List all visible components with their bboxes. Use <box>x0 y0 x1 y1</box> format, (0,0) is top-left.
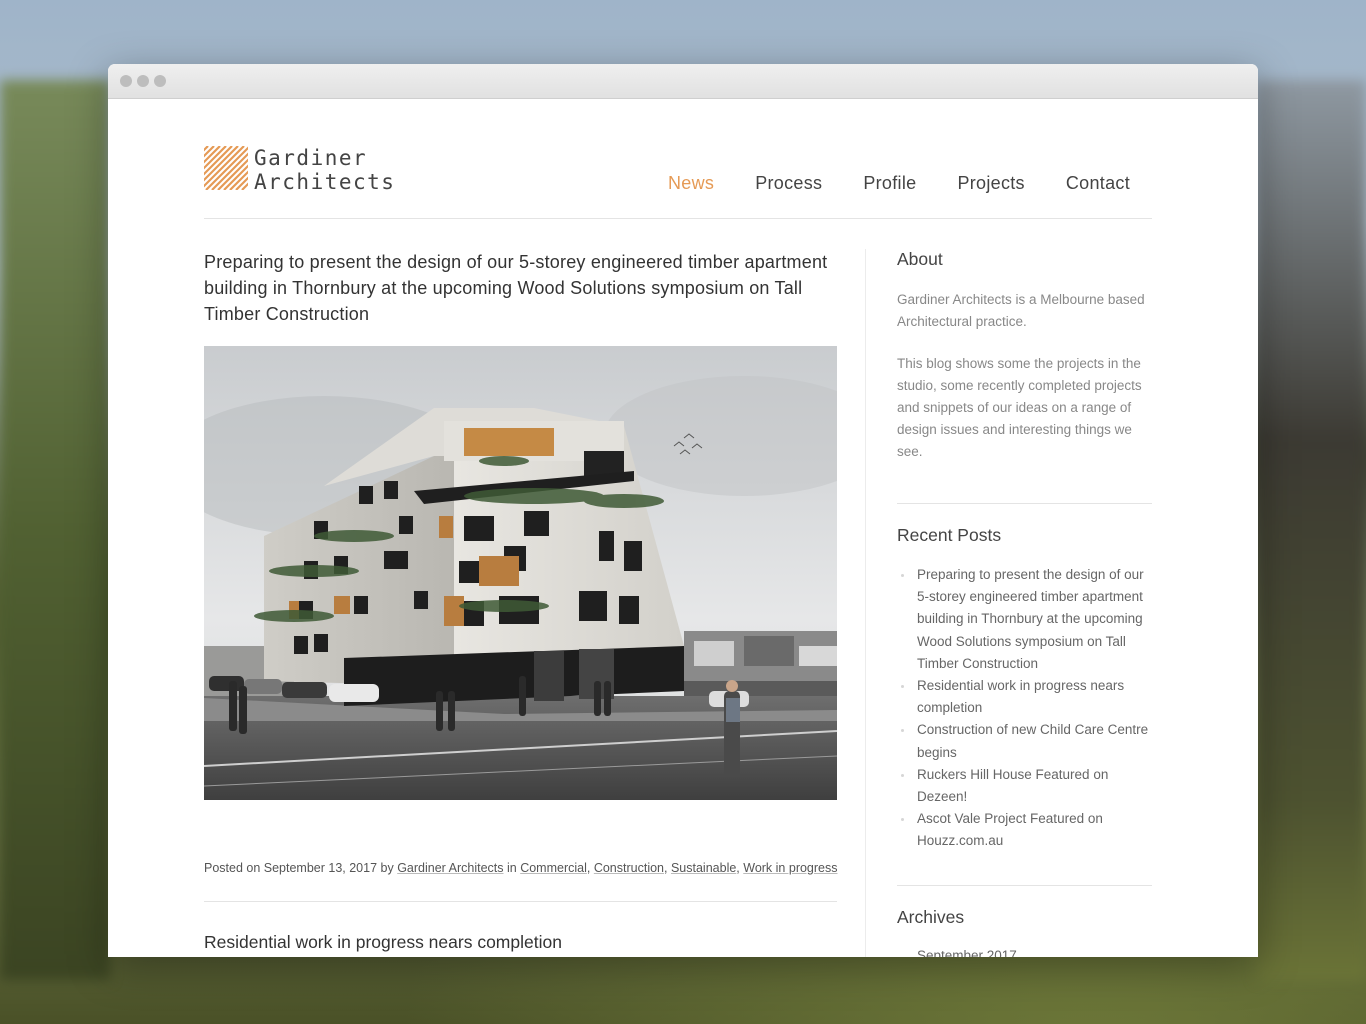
about-paragraph-2: This blog shows some the projects in the… <box>897 356 1142 459</box>
category-link-commercial[interactable]: Commercial <box>520 861 587 875</box>
recent-post-item[interactable]: Preparing to present the design of our 5… <box>897 564 1152 675</box>
recent-post-item[interactable]: Ruckers Hill House Featured on Dezeen! <box>897 764 1152 808</box>
hatch-logo-icon <box>204 146 248 190</box>
logo-wordmark: Gardiner Architects <box>254 146 395 194</box>
web-page: Gardiner Architects News Process Profile… <box>108 99 1258 957</box>
window-zoom-dot[interactable] <box>154 75 166 87</box>
background-left <box>0 80 110 980</box>
site-logo[interactable]: Gardiner Architects <box>204 146 395 194</box>
window-close-dot[interactable] <box>120 75 132 87</box>
background-right <box>1256 80 1366 980</box>
about-title: About <box>897 249 943 269</box>
building-illustration <box>204 346 837 800</box>
recent-post-item[interactable]: Construction of new Child Care Centre be… <box>897 719 1152 763</box>
archives-title: Archives <box>897 907 965 927</box>
post-meta: Posted on September 13, 2017 by Gardiner… <box>204 861 838 875</box>
window-minimize-dot[interactable] <box>137 75 149 87</box>
post-meta-in: in <box>503 861 521 875</box>
nav-item-process[interactable]: Process <box>755 173 822 194</box>
recent-post-item[interactable]: Ascot Vale Project Featured on Houzz.com… <box>897 808 1152 852</box>
widget-divider <box>897 885 1152 886</box>
browser-window: Gardiner Architects News Process Profile… <box>108 64 1258 957</box>
post-divider <box>204 901 837 902</box>
archive-item[interactable]: September 2017 <box>917 948 1017 957</box>
site-header: Gardiner Architects News Process Profile… <box>204 99 1152 219</box>
main-content: Preparing to present the design of our 5… <box>204 249 838 952</box>
column-divider <box>865 249 866 957</box>
recent-post-item[interactable]: Residential work in progress nears compl… <box>897 675 1152 719</box>
nav-item-profile[interactable]: Profile <box>863 173 916 194</box>
nav-item-news[interactable]: News <box>668 173 714 194</box>
post-author-link[interactable]: Gardiner Architects <box>397 861 503 875</box>
post-title-2[interactable]: Residential work in progress nears compl… <box>204 932 562 953</box>
post-meta-prefix: Posted on September 13, 2017 by <box>204 861 398 875</box>
category-link-sustainable[interactable]: Sustainable <box>671 861 736 875</box>
nav-item-contact[interactable]: Contact <box>1066 173 1130 194</box>
about-paragraph-1: Gardiner Architects is a Melbourne based… <box>897 292 1145 329</box>
post-title[interactable]: Preparing to present the design of our 5… <box>204 249 837 327</box>
nav-item-projects[interactable]: Projects <box>957 173 1024 194</box>
logo-line-1: Gardiner <box>254 146 368 170</box>
building-rendering-image <box>204 346 837 800</box>
recent-posts-list: Preparing to present the design of our 5… <box>897 564 1152 853</box>
logo-line-2: Architects <box>254 170 396 194</box>
category-link-construction[interactable]: Construction <box>594 861 664 875</box>
window-titlebar <box>108 64 1258 99</box>
category-link-work-in-progress[interactable]: Work in progress <box>743 861 837 875</box>
main-nav: News Process Profile Projects Contact <box>627 173 1130 194</box>
widget-divider <box>897 503 1152 504</box>
recent-posts-title: Recent Posts <box>897 525 1002 545</box>
